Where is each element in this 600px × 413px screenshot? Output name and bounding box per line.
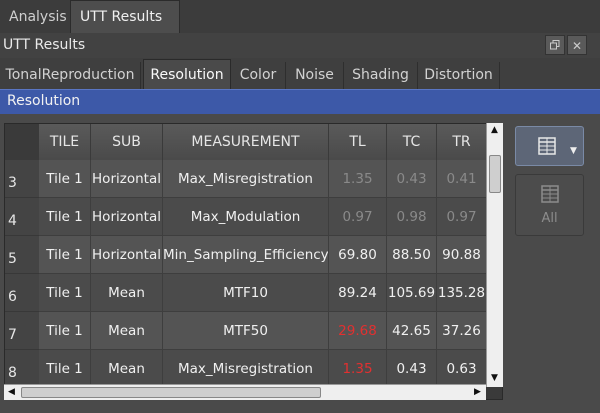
column-header-tl[interactable]: TL	[329, 124, 387, 160]
table-cell-tr[interactable]: 0.63	[437, 350, 487, 388]
table-cell-measurement[interactable]: MTF50	[163, 312, 329, 350]
scroll-up-icon[interactable]: ▲	[487, 123, 502, 138]
show-all-button[interactable]: All	[515, 174, 584, 236]
table-cell-tile[interactable]: Tile 1	[39, 350, 91, 388]
close-panel-button[interactable]: ✕	[567, 35, 587, 55]
table-cell-tl[interactable]: 29.68	[329, 312, 387, 350]
show-all-label: All	[541, 211, 558, 226]
table-cell-tl[interactable]: 89.24	[329, 274, 387, 312]
tab-color[interactable]: Color	[231, 62, 286, 89]
table-cell-tl[interactable]: 1.35	[329, 350, 387, 388]
table-cell-measurement[interactable]: Min_Sampling_Efficiency	[163, 236, 329, 274]
table-cell-sub[interactable]: Horizontal	[91, 236, 163, 274]
close-icon: ✕	[571, 39, 583, 53]
horizontal-scroll-thumb[interactable]	[21, 387, 321, 398]
table-cell-tl[interactable]: 1.35	[329, 160, 387, 198]
table-cell-tc[interactable]: 105.69	[387, 274, 437, 312]
horizontal-scrollbar[interactable]: ◀ ▶	[4, 384, 486, 400]
restore-icon	[550, 40, 560, 50]
table-cell-tr[interactable]: 0.41	[437, 160, 487, 198]
table-cell-measurement[interactable]: Max_Misregistration	[163, 350, 329, 388]
table-cell-tc[interactable]: 0.98	[387, 198, 437, 236]
table-cell-tc[interactable]: 0.43	[387, 350, 437, 388]
scroll-left-icon[interactable]: ◀	[4, 385, 19, 400]
table-cell-sub[interactable]: Horizontal	[91, 198, 163, 236]
column-header-tile[interactable]: TILE	[39, 124, 91, 160]
row-number[interactable]: 8	[5, 350, 39, 388]
table-cell-measurement[interactable]: MTF10	[163, 274, 329, 312]
scroll-down-icon[interactable]: ▼	[487, 371, 502, 386]
table-cell-sub[interactable]: Mean	[91, 312, 163, 350]
table-cell-tile[interactable]: Tile 1	[39, 160, 91, 198]
table-cell-measurement[interactable]: Max_Misregistration	[163, 160, 329, 198]
tab-noise[interactable]: Noise	[286, 62, 344, 89]
table-cell-tile[interactable]: Tile 1	[39, 198, 91, 236]
table-cell-tr[interactable]: 90.88	[437, 236, 487, 274]
panel-header	[0, 33, 600, 58]
tab-shading[interactable]: Shading	[344, 62, 418, 89]
corner-header	[5, 124, 39, 160]
column-header-tc[interactable]: TC	[387, 124, 437, 160]
table-cell-tr[interactable]: 37.26	[437, 312, 487, 350]
section-bar	[0, 89, 600, 114]
row-number[interactable]: 6	[5, 274, 39, 312]
section-title: Resolution	[7, 93, 81, 109]
tab-distortion[interactable]: Distortion	[418, 62, 500, 89]
vertical-scroll-thumb[interactable]	[489, 155, 501, 193]
table-cell-tc[interactable]: 0.43	[387, 160, 437, 198]
tab-utt-results[interactable]: UTT Results	[70, 0, 180, 33]
column-header-sub[interactable]: SUB	[91, 124, 163, 160]
table-cell-tile[interactable]: Tile 1	[39, 312, 91, 350]
tab-tonal-reproduction[interactable]: TonalReproduction	[0, 62, 141, 89]
table-view-dropdown-button[interactable]: ▼	[515, 126, 584, 166]
table-cell-tile[interactable]: Tile 1	[39, 274, 91, 312]
table-cell-sub[interactable]: Horizontal	[91, 160, 163, 198]
row-number[interactable]: 7	[5, 312, 39, 350]
row-number[interactable]: 4	[5, 198, 39, 236]
vertical-scrollbar[interactable]: ▲ ▼	[486, 123, 503, 387]
restore-window-button[interactable]	[545, 35, 565, 55]
row-number[interactable]: 5	[5, 236, 39, 274]
tab-resolution[interactable]: Resolution	[143, 59, 231, 89]
panel-title: UTT Results	[3, 37, 86, 53]
table-cell-tl[interactable]: 69.80	[329, 236, 387, 274]
table-cell-tr[interactable]: 0.97	[437, 198, 487, 236]
tab-analysis[interactable]: Analysis	[0, 2, 74, 32]
column-header-measurement[interactable]: MEASUREMENT	[163, 124, 329, 160]
table-cell-tl[interactable]: 0.97	[329, 198, 387, 236]
table-cell-measurement[interactable]: Max_Modulation	[163, 198, 329, 236]
results-table: TILE SUB MEASUREMENT TL TC TR 3 Tile 1 Hor…	[4, 123, 503, 400]
table-cell-tc[interactable]: 88.50	[387, 236, 437, 274]
table-grid-icon	[538, 137, 556, 155]
column-header-tr[interactable]: TR	[437, 124, 487, 160]
row-number[interactable]: 3	[5, 160, 39, 198]
table-cell-sub[interactable]: Mean	[91, 350, 163, 388]
chevron-down-icon: ▼	[570, 146, 577, 156]
table-cell-tr[interactable]: 135.28	[437, 274, 487, 312]
table-cell-tile[interactable]: Tile 1	[39, 236, 91, 274]
table-grid-icon	[541, 185, 559, 203]
table-cell-sub[interactable]: Mean	[91, 274, 163, 312]
table-cell-tc[interactable]: 42.65	[387, 312, 437, 350]
scroll-right-icon[interactable]: ▶	[470, 385, 485, 400]
